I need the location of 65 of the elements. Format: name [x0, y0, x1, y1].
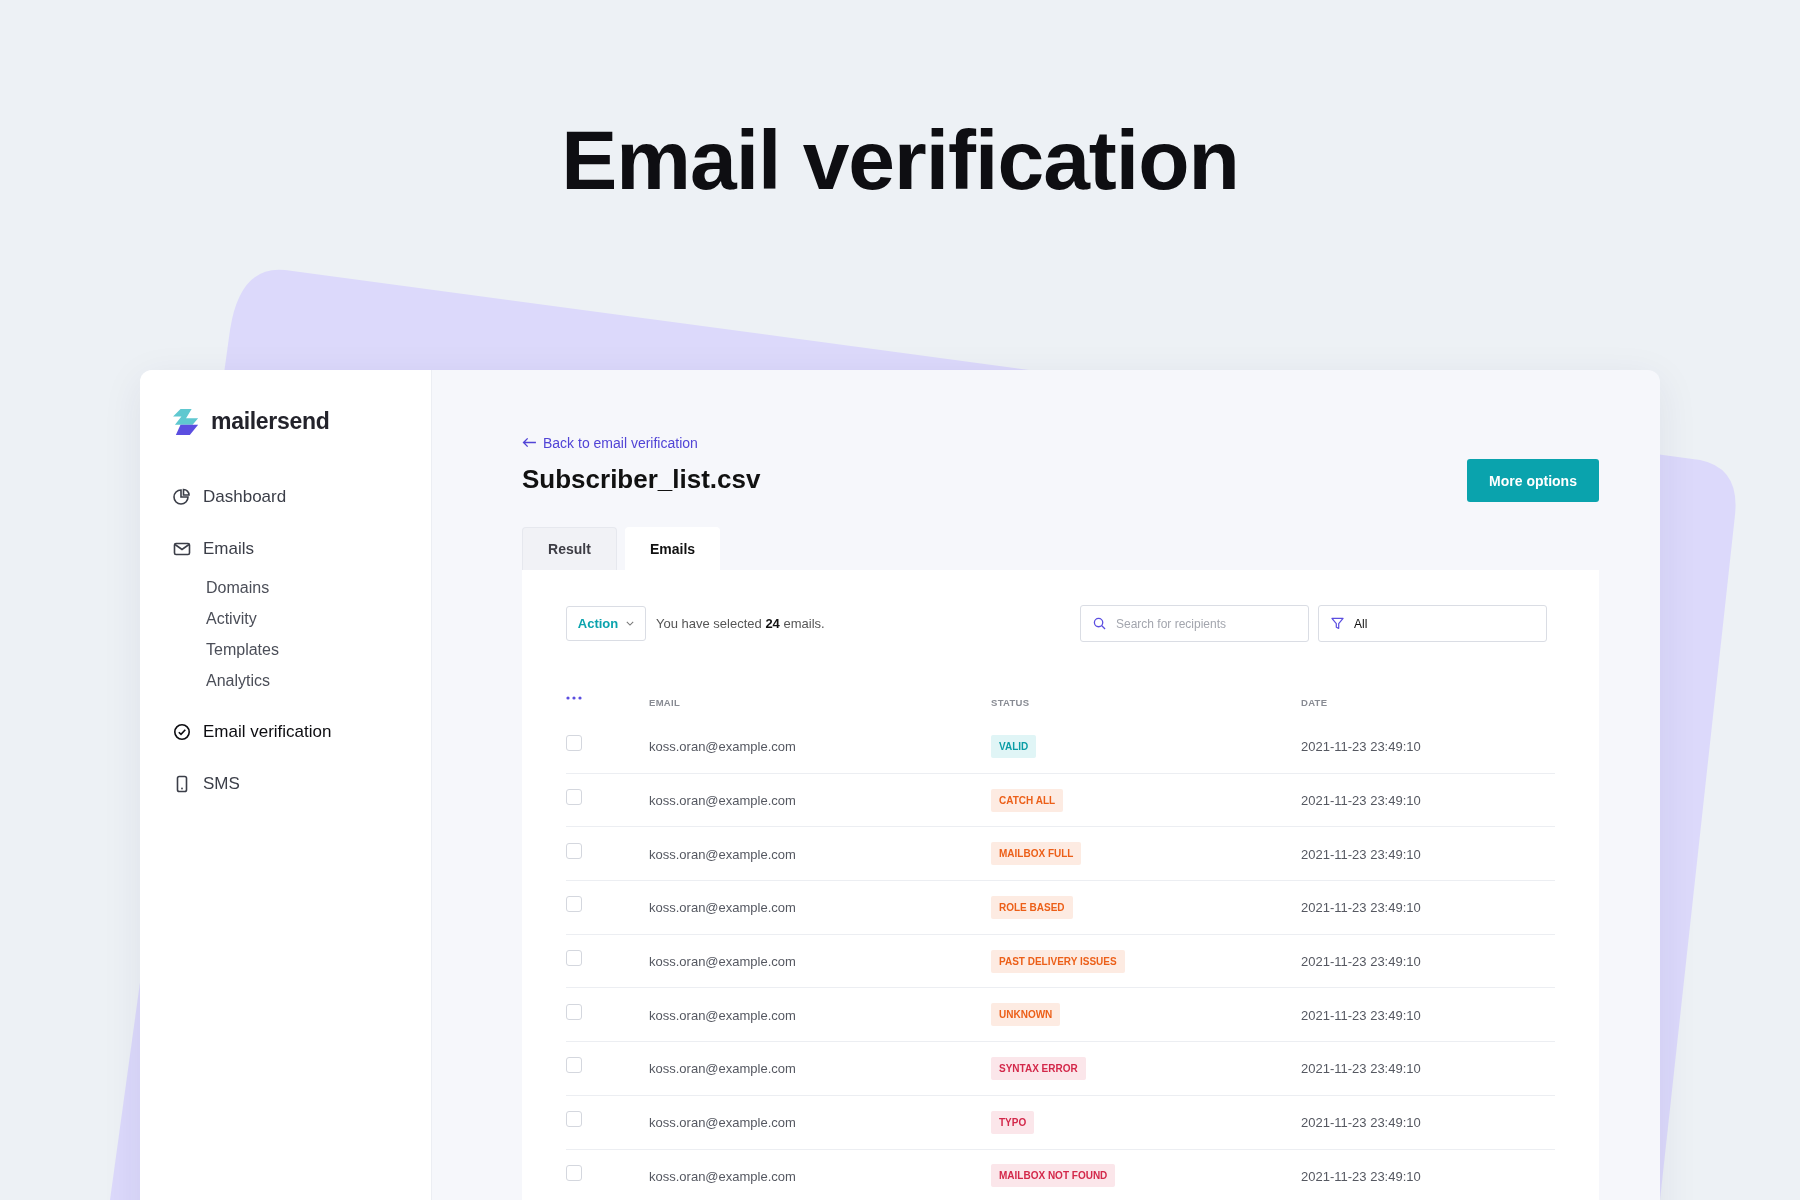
search-field[interactable]: Search for recipients [1080, 605, 1309, 642]
arrow-left-icon [522, 437, 537, 448]
date-cell: 2021-11-23 23:49:10 [1301, 1115, 1421, 1131]
nav-subitem[interactable]: Activity [206, 610, 431, 628]
nav-item[interactable]: Email verification [173, 722, 431, 742]
logo-text: mailersend [211, 408, 330, 435]
date-cell: 2021-11-23 23:49:10 [1301, 1061, 1421, 1077]
email-cell: koss.oran@example.com [649, 1168, 796, 1184]
file-title: Subscriber_list.csv [522, 464, 761, 495]
mail-icon [173, 540, 191, 558]
caret-icon [626, 621, 635, 626]
pie-chart-icon [173, 488, 191, 506]
email-cell: koss.oran@example.com [649, 793, 796, 809]
status-badge: VALID [991, 734, 1037, 758]
search-icon [1093, 617, 1106, 630]
email-cell: koss.oran@example.com [649, 1115, 796, 1131]
row-checkbox[interactable] [566, 1057, 582, 1074]
nav-subitem[interactable]: Analytics [206, 672, 431, 690]
status-badge: SYNTAX ERROR [991, 1056, 1086, 1080]
column-header: STATUS [991, 697, 1030, 708]
nav-item[interactable]: Dashboard [173, 487, 431, 507]
row-checkbox[interactable] [566, 896, 582, 913]
column-header: EMAIL [649, 697, 681, 708]
row-checkbox[interactable] [566, 1164, 582, 1181]
email-cell: koss.oran@example.com [649, 1007, 796, 1023]
row-checkbox[interactable] [566, 735, 582, 752]
filter-dropdown[interactable]: All [1318, 605, 1547, 642]
selection-text: You have selected 24 emails. [656, 616, 825, 631]
date-cell: 2021-11-23 23:49:10 [1301, 793, 1421, 809]
row-checkbox[interactable] [566, 842, 582, 859]
row-checkbox[interactable] [566, 1111, 582, 1128]
email-cell: koss.oran@example.com [649, 900, 796, 916]
email-cell: koss.oran@example.com [649, 739, 796, 755]
row-checkbox[interactable] [566, 789, 582, 806]
nav-subitem[interactable]: Domains [206, 579, 431, 597]
page-headline: Email verification [560, 112, 1240, 209]
status-badge: PAST DELIVERY ISSUES [991, 949, 1125, 973]
email-cell: koss.oran@example.com [649, 846, 796, 862]
date-cell: 2021-11-23 23:49:10 [1301, 900, 1421, 916]
status-badge: MAILBOX FULL [991, 842, 1082, 866]
column-header: DATE [1301, 697, 1328, 708]
date-cell: 2021-11-23 23:49:10 [1301, 954, 1421, 970]
date-cell: 2021-11-23 23:49:10 [1301, 739, 1421, 755]
tab[interactable]: Emails [625, 527, 720, 570]
logo-icon [173, 408, 201, 435]
more-dots-icon[interactable] [566, 696, 582, 700]
status-badge: ROLE BASED [991, 895, 1073, 919]
nav-item[interactable]: SMS [173, 774, 431, 794]
row-checkbox[interactable] [566, 950, 582, 967]
back-link[interactable]: Back to email verification [522, 434, 698, 451]
check-circle-icon [173, 723, 191, 741]
date-cell: 2021-11-23 23:49:10 [1301, 1007, 1421, 1023]
row-checkbox[interactable] [566, 1003, 582, 1020]
email-cell: koss.oran@example.com [649, 954, 796, 970]
status-badge: TYPO [991, 1110, 1035, 1134]
status-badge: CATCH ALL [991, 788, 1064, 812]
tab[interactable]: Result [522, 527, 617, 570]
status-badge: MAILBOX NOT FOUND [991, 1164, 1116, 1188]
email-cell: koss.oran@example.com [649, 1061, 796, 1077]
status-badge: UNKNOWN [991, 1003, 1061, 1027]
date-cell: 2021-11-23 23:49:10 [1301, 846, 1421, 862]
filter-icon [1331, 617, 1344, 630]
nav-item[interactable]: Emails [173, 539, 431, 559]
nav-subitem[interactable]: Templates [206, 641, 431, 659]
date-cell: 2021-11-23 23:49:10 [1301, 1168, 1421, 1184]
